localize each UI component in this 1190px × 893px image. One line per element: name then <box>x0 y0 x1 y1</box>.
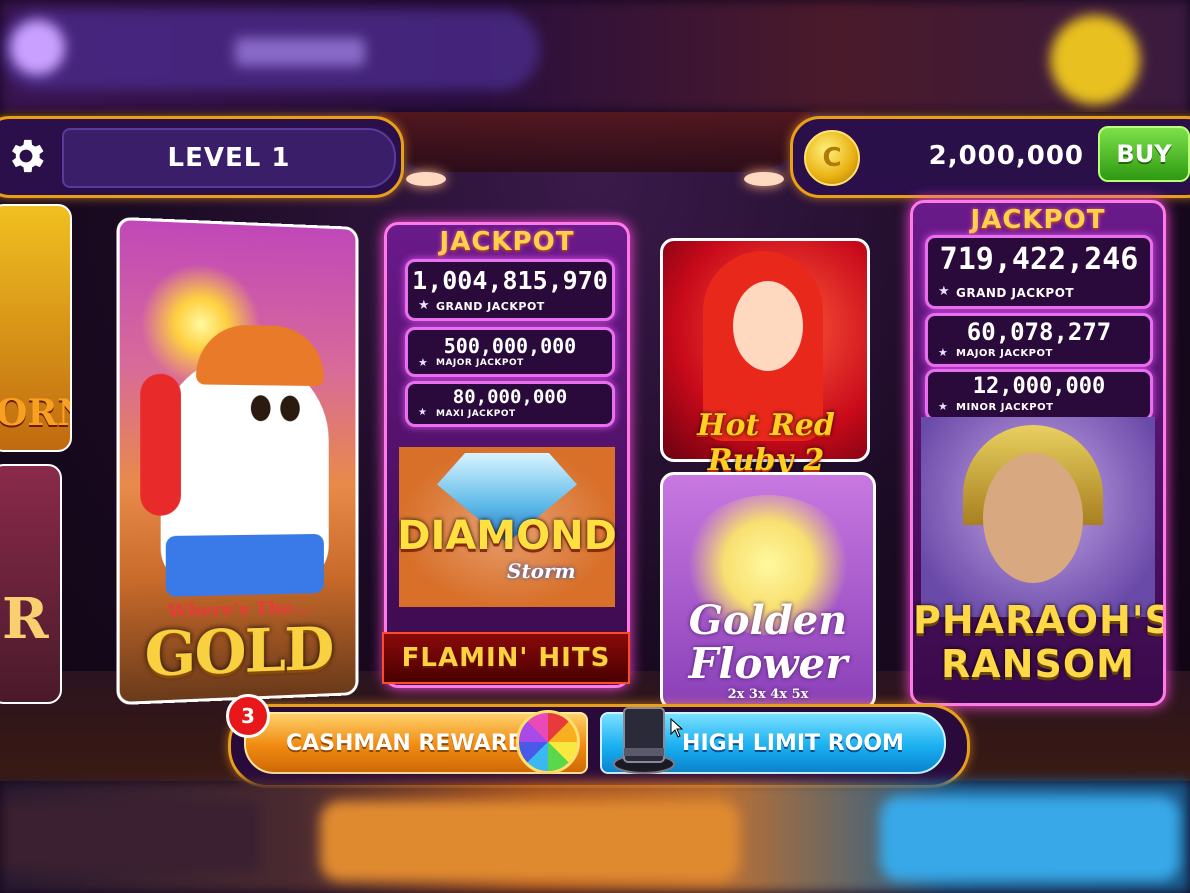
multipliers-label: 2x 3x 4x 5x <box>727 687 809 702</box>
maxi-jackpot-box: 80,000,000 ★ MAXI JACKPOT <box>405 381 615 427</box>
blurred-top-band <box>0 0 1190 112</box>
minor-jackpot-value: 12,000,000 <box>972 374 1106 399</box>
major-jackpot-box: 60,078,277 ★ MAJOR JACKPOT <box>925 313 1153 367</box>
cashman-rewards-label: CASHMAN REWARDS <box>286 730 542 756</box>
game-title-hot-red-ruby: Hot Red Ruby 2 <box>697 408 835 478</box>
game-title: DIAMOND <box>397 513 617 559</box>
major-jackpot-label: MAJOR JACKPOT <box>436 358 524 368</box>
game-card-left-edge-bottom[interactable]: R <box>0 464 62 704</box>
game-title: GOLD <box>144 614 333 691</box>
major-jackpot-box: 500,000,000 ★ MAJOR JACKPOT <box>405 327 615 377</box>
coin-balance-value: 2,000,000 <box>928 141 1084 171</box>
grand-jackpot-value: 1,004,815,970 <box>412 266 608 295</box>
top-hat-icon <box>613 707 675 774</box>
flamin-hits-banner[interactable]: FLAMIN' HITS <box>382 632 630 684</box>
grand-jackpot-value: 719,422,246 <box>939 242 1139 277</box>
grand-jackpot-box: 1,004,815,970 ★ GRAND JACKPOT <box>405 259 615 321</box>
high-limit-room-label: HIGH LIMIT ROOM <box>682 730 904 756</box>
game-card-pharaohs-ransom[interactable]: JACKPOT 719,422,246 ★ GRAND JACKPOT 60,0… <box>910 200 1166 706</box>
banner-label: FLAMIN' HITS <box>401 643 611 673</box>
prize-wheel-icon <box>516 710 580 774</box>
game-card-wheres-the-gold[interactable]: Where's The... GOLD <box>116 216 359 706</box>
grand-jackpot-label: GRAND JACKPOT <box>436 300 545 313</box>
grand-jackpot-box: 719,422,246 ★ GRAND JACKPOT <box>925 235 1153 309</box>
level-indicator[interactable]: LEVEL 1 <box>62 128 396 188</box>
coin-symbol: C <box>822 143 842 173</box>
game-card-diamond-storm[interactable]: JACKPOT 1,004,815,970 ★ GRAND JACKPOT 50… <box>384 222 630 688</box>
star-icon: ★ <box>418 356 428 369</box>
level-label: LEVEL 1 <box>167 143 291 173</box>
buy-label: BUY <box>1116 140 1172 168</box>
cursor-icon <box>670 718 684 738</box>
settings-button[interactable] <box>0 121 52 191</box>
notification-badge: 3 <box>226 694 270 738</box>
buy-button[interactable]: BUY <box>1098 126 1190 182</box>
game-title-line1: PHARAOH'S <box>913 598 1166 642</box>
edge-game-title-2: R <box>2 586 49 652</box>
maxi-jackpot-value: 80,000,000 <box>452 386 568 408</box>
coin-balance: 2,000,000 <box>866 128 1092 184</box>
blurred-bottom-band <box>0 781 1190 893</box>
jackpot-label: JACKPOT <box>439 227 575 257</box>
game-subtitle: Storm <box>507 559 576 583</box>
game-title-line1: Golden <box>688 597 848 644</box>
game-card-left-edge-top[interactable]: ORN <box>0 204 72 452</box>
maxi-jackpot-label: MAXI JACKPOT <box>436 409 516 419</box>
game-card-golden-flower[interactable]: Golden Flower 2x 3x 4x 5x <box>660 472 876 710</box>
game-title-line2: RANSOM <box>941 642 1135 686</box>
gear-icon <box>12 139 44 173</box>
major-jackpot-label: MAJOR JACKPOT <box>956 348 1053 359</box>
badge-count: 3 <box>241 704 255 728</box>
star-icon: ★ <box>938 346 948 359</box>
major-jackpot-value: 500,000,000 <box>443 334 577 358</box>
star-icon: ★ <box>938 284 950 299</box>
jackpot-label: JACKPOT <box>970 205 1106 235</box>
star-icon: ★ <box>418 407 427 418</box>
coin-icon: C <box>804 130 860 186</box>
minor-jackpot-label: MINOR JACKPOT <box>956 402 1054 413</box>
star-icon: ★ <box>938 400 948 413</box>
edge-game-title: ORN <box>0 392 70 434</box>
star-icon: ★ <box>418 298 430 313</box>
minor-jackpot-box: 12,000,000 ★ MINOR JACKPOT <box>925 369 1153 421</box>
major-jackpot-value: 60,078,277 <box>966 318 1112 346</box>
game-title-line2: Flower <box>688 639 848 688</box>
grand-jackpot-label: GRAND JACKPOT <box>956 286 1075 300</box>
